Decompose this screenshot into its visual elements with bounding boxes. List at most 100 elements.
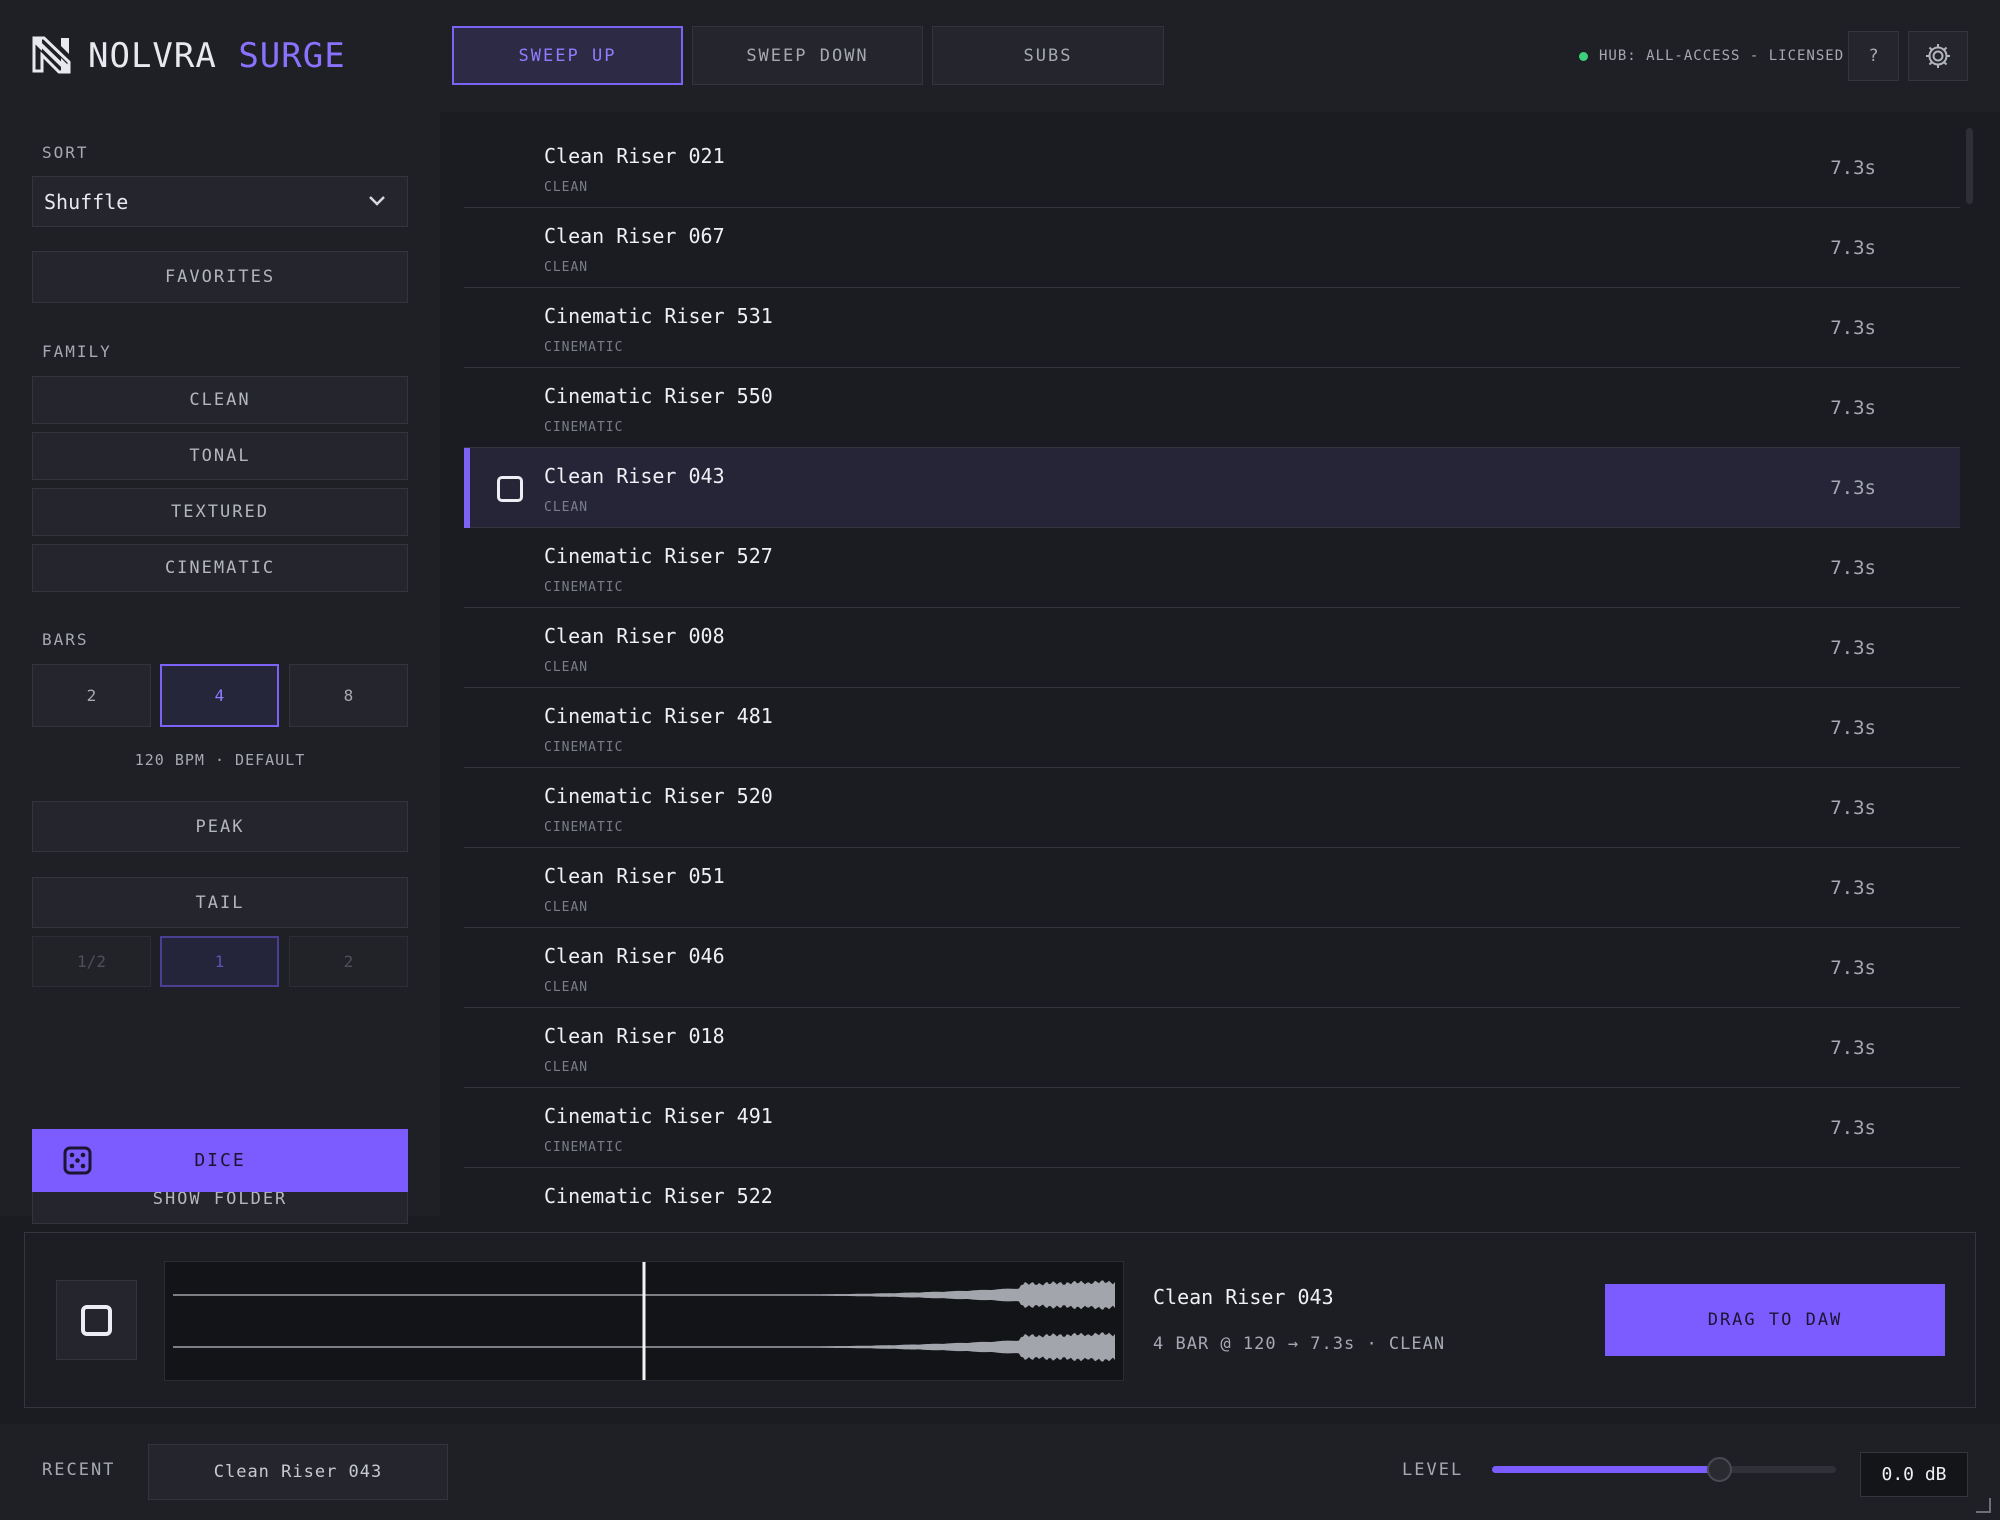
list-item-duration: 7.3s: [1830, 1037, 1876, 1059]
brand-secondary: SURGE: [238, 36, 346, 76]
list-item-family: CLEAN: [544, 980, 589, 995]
list-item-name: Cinematic Riser 520: [544, 784, 773, 808]
list-item[interactable]: Clean Riser 067 CLEAN 7.3s: [464, 208, 1960, 288]
bottom-bar: RECENT Clean Riser 043 LEVEL 0.0 dB: [0, 1424, 2000, 1520]
favorites-button[interactable]: FAVORITES: [32, 251, 408, 303]
list-item[interactable]: Clean Riser 008 CLEAN 7.3s: [464, 608, 1960, 688]
tail-1-option[interactable]: 1: [160, 936, 279, 987]
list-item-name: Cinematic Riser 491: [544, 1104, 773, 1128]
app-brand: NOLVRA SURGE: [88, 34, 346, 78]
level-value: 0.0 dB: [1860, 1452, 1968, 1497]
help-button[interactable]: ?: [1848, 31, 1899, 81]
peak-button[interactable]: PEAK: [32, 801, 408, 852]
player-track-name: Clean Riser 043: [1153, 1285, 1334, 1309]
tab-sweep-up[interactable]: SWEEP UP: [452, 26, 683, 85]
level-slider-fill: [1492, 1466, 1720, 1473]
list-item[interactable]: Cinematic Riser 522: [464, 1168, 1960, 1216]
list-item-family: CINEMATIC: [544, 340, 624, 355]
list-item-name: Cinematic Riser 481: [544, 704, 773, 728]
list-item-family: CLEAN: [544, 660, 589, 675]
nolvra-logo-icon: [32, 36, 71, 74]
level-slider[interactable]: [1492, 1456, 1836, 1484]
list-item[interactable]: Cinematic Riser 481 CINEMATIC 7.3s: [464, 688, 1960, 768]
dice-button[interactable]: DICE: [32, 1129, 408, 1192]
list-item-duration: 7.3s: [1830, 557, 1876, 579]
gear-icon: [1926, 44, 1950, 68]
list-item-duration: 7.3s: [1830, 957, 1876, 979]
list-item-duration: 7.3s: [1830, 317, 1876, 339]
tail-2-option[interactable]: 2: [289, 936, 408, 987]
list-item-duration: 7.3s: [1830, 237, 1876, 259]
list-item-duration: 7.3s: [1830, 717, 1876, 739]
list-item-duration: 7.3s: [1830, 877, 1876, 899]
status-dot-icon: [1579, 51, 1588, 61]
tab-subs[interactable]: SUBS: [932, 26, 1164, 85]
list-item[interactable]: Cinematic Riser 520 CINEMATIC 7.3s: [464, 768, 1960, 848]
list-item-family: CINEMATIC: [544, 580, 624, 595]
resize-handle-icon[interactable]: [1975, 1497, 1991, 1513]
list-item-duration: 7.3s: [1830, 157, 1876, 179]
list-item-name: Clean Riser 067: [544, 224, 725, 248]
family-textured-button[interactable]: TEXTURED: [32, 488, 408, 536]
list-item[interactable]: Clean Riser 018 CLEAN 7.3s: [464, 1008, 1960, 1088]
brand-primary: NOLVRA: [88, 36, 217, 76]
list-item-duration: 7.3s: [1830, 397, 1876, 419]
drag-to-daw-button[interactable]: DRAG TO DAW: [1605, 1284, 1945, 1356]
family-tonal-button[interactable]: TONAL: [32, 432, 408, 480]
list-item-family: CINEMATIC: [544, 740, 624, 755]
list-item[interactable]: Clean Riser 051 CLEAN 7.3s: [464, 848, 1960, 928]
tail-half-option[interactable]: 1/2: [32, 936, 151, 987]
tab-sweep-down[interactable]: SWEEP DOWN: [692, 26, 923, 85]
sort-value: Shuffle: [44, 189, 129, 214]
list-item-family: CLEAN: [544, 500, 589, 515]
tail-button[interactable]: TAIL: [32, 877, 408, 928]
sample-list[interactable]: Clean Riser 021 CLEAN 7.3s Clean Riser 067 C…: [440, 112, 2000, 1216]
bars-4-button[interactable]: 4: [160, 664, 279, 727]
list-item[interactable]: Cinematic Riser 491 CINEMATIC 7.3s: [464, 1088, 1960, 1168]
family-cinematic-button[interactable]: CINEMATIC: [32, 544, 408, 592]
stop-icon[interactable]: [497, 476, 523, 502]
settings-button[interactable]: [1908, 31, 1968, 81]
hub-status-text: HUB: ALL-ACCESS - LICENSED: [1599, 48, 1845, 64]
list-item[interactable]: Cinematic Riser 531 CINEMATIC 7.3s: [464, 288, 1960, 368]
list-item-family: CLEAN: [544, 260, 589, 275]
bars-8-button[interactable]: 8: [289, 664, 408, 727]
list-item-duration: 7.3s: [1830, 477, 1876, 499]
list-item[interactable]: Clean Riser 046 CLEAN 7.3s: [464, 928, 1960, 1008]
list-item-name: Cinematic Riser 550: [544, 384, 773, 408]
list-scrollbar[interactable]: [1966, 128, 1973, 204]
bpm-note: 120 BPM · DEFAULT: [134, 751, 306, 769]
list-item-duration: 7.3s: [1830, 797, 1876, 819]
bars-2-button[interactable]: 2: [32, 664, 151, 727]
family-label: FAMILY: [42, 342, 112, 361]
list-item-name: Cinematic Riser 531: [544, 304, 773, 328]
player-track-meta: 4 BAR @ 120 → 7.3s · CLEAN: [1153, 1334, 1446, 1354]
chevron-down-icon: [369, 196, 385, 206]
list-item-family: CLEAN: [544, 180, 589, 195]
list-item-name: Clean Riser 008: [544, 624, 725, 648]
list-item[interactable]: Clean Riser 021 CLEAN 7.3s: [464, 128, 1960, 208]
dice-icon: [63, 1146, 92, 1175]
app-header: NOLVRA SURGE SWEEP UP SWEEP DOWN SUBS HU…: [0, 0, 2000, 112]
waveform: [173, 1262, 1115, 1380]
recent-label: RECENT: [42, 1460, 116, 1480]
list-item[interactable]: Clean Riser 043 CLEAN 7.3s: [464, 448, 1960, 528]
list-item[interactable]: Cinematic Riser 527 CINEMATIC 7.3s: [464, 528, 1960, 608]
level-slider-knob[interactable]: [1707, 1457, 1733, 1482]
list-item-duration: 7.3s: [1830, 637, 1876, 659]
list-item-duration: 7.3s: [1830, 1117, 1876, 1139]
list-item-name: Clean Riser 051: [544, 864, 725, 888]
bars-label: BARS: [42, 630, 89, 649]
hub-status: HUB: ALL-ACCESS - LICENSED: [1579, 46, 1844, 66]
list-item-name: Clean Riser 018: [544, 1024, 725, 1048]
sort-select[interactable]: Shuffle: [32, 176, 408, 227]
stop-button[interactable]: [56, 1280, 137, 1360]
list-item-family: CLEAN: [544, 900, 589, 915]
recent-item-chip[interactable]: Clean Riser 043: [148, 1444, 448, 1500]
family-clean-button[interactable]: CLEAN: [32, 376, 408, 424]
list-item[interactable]: Cinematic Riser 550 CINEMATIC 7.3s: [464, 368, 1960, 448]
waveform-display[interactable]: [164, 1261, 1124, 1381]
sort-label: SORT: [42, 143, 89, 162]
list-item-name: Clean Riser 046: [544, 944, 725, 968]
sidebar: SORT Shuffle FAVORITES FAMILY CLEAN TONA…: [0, 112, 440, 1224]
